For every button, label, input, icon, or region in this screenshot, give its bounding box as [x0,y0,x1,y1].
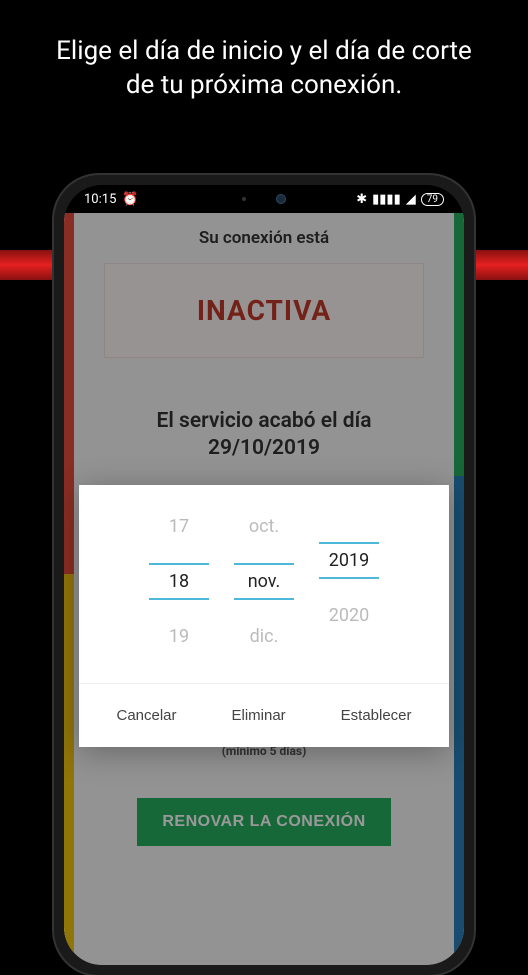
day-column[interactable]: 17 18 19 [149,510,209,653]
month-current[interactable]: nov. [234,563,294,600]
status-time: 10:15 [84,192,116,207]
year-current[interactable]: 2019 [319,542,379,579]
instruction-text: Elige el día de inicio y el día de corte… [0,0,528,123]
day-current[interactable]: 18 [149,563,209,600]
year-column[interactable]: 2019 2020 [319,510,379,653]
month-prev[interactable]: oct. [234,510,294,543]
phone-frame: 10:15 ⏰ ✱ ▮▮▮▮ ◢ 79 Su conexión está INA… [54,175,474,975]
year-prev[interactable] [319,510,379,522]
bluetooth-icon: ✱ [356,192,367,207]
day-prev[interactable]: 17 [149,510,209,543]
day-next[interactable]: 19 [149,620,209,653]
date-picker-dialog: 17 18 19 oct. nov. dic. 2019 2020 Cancel… [79,485,449,747]
phone-notch [199,185,329,213]
phone-screen: 10:15 ⏰ ✱ ▮▮▮▮ ◢ 79 Su conexión está INA… [64,185,464,965]
battery-indicator: 79 [421,193,444,206]
cancel-button[interactable]: Cancelar [106,702,186,729]
dialog-actions: Cancelar Eliminar Establecer [79,683,449,747]
month-next[interactable]: dic. [234,620,294,653]
year-next[interactable]: 2020 [319,599,379,632]
alarm-icon: ⏰ [122,192,138,207]
month-column[interactable]: oct. nov. dic. [234,510,294,653]
signal-icon: ▮▮▮▮ [372,192,401,207]
date-picker-spinner[interactable]: 17 18 19 oct. nov. dic. 2019 2020 [79,485,449,683]
set-button[interactable]: Establecer [331,702,422,729]
wifi-icon: ◢ [406,192,416,207]
delete-button[interactable]: Eliminar [221,702,295,729]
